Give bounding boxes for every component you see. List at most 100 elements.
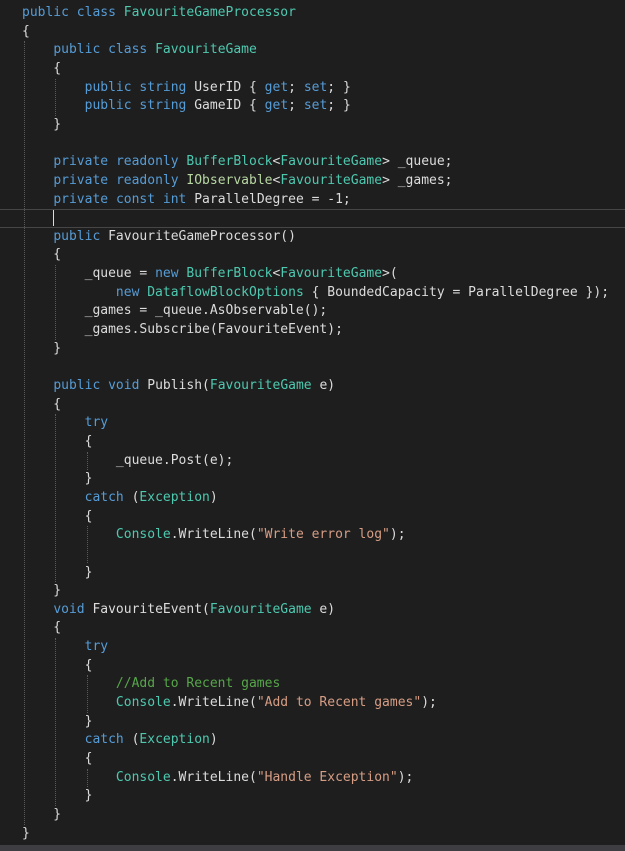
- code-line[interactable]: {: [0, 657, 625, 676]
- code-token: ; }: [327, 98, 351, 114]
- code-line[interactable]: try: [0, 414, 625, 433]
- code-token: Exception: [139, 489, 210, 505]
- code-line[interactable]: {: [0, 750, 625, 769]
- code-line[interactable]: public class FavouriteGameProcessor: [0, 4, 625, 23]
- code-token: _games.Subscribe(FavouriteEvent);: [22, 322, 343, 338]
- code-token: get: [264, 79, 289, 95]
- code-line[interactable]: }: [0, 340, 625, 359]
- code-token: FavouriteGame: [209, 378, 312, 393]
- code-line[interactable]: Console.WriteLine("Write error log");: [0, 526, 625, 545]
- code-line[interactable]: _queue.Post(e);: [0, 452, 625, 471]
- code-token: Console: [115, 527, 171, 543]
- code-token: new: [155, 266, 179, 282]
- code-line[interactable]: catch (Exception): [0, 489, 625, 508]
- code-token: > _games;: [382, 172, 453, 188]
- code-token: );: [389, 527, 406, 543]
- code-token: _queue.Post(e);: [22, 452, 234, 468]
- code-token: UserID {: [186, 79, 265, 95]
- text-caret: [53, 210, 55, 227]
- code-line[interactable]: _queue = new BufferBlock<FavouriteGame>(: [0, 265, 625, 284]
- code-token: ): [209, 732, 218, 748]
- code-line[interactable]: }: [0, 582, 625, 601]
- code-line[interactable]: {: [0, 60, 625, 79]
- code-line[interactable]: new DataflowBlockOptions { BoundedCapaci…: [0, 284, 625, 303]
- code-line[interactable]: //Add to Recent games: [0, 675, 625, 694]
- code-line[interactable]: public string GameID { get; set; }: [0, 97, 625, 116]
- code-line[interactable]: private const int ParallelDegree = -1;: [0, 191, 625, 210]
- code-token: BufferBlock: [186, 266, 273, 282]
- code-line[interactable]: [0, 135, 625, 154]
- code-token: }: [22, 583, 62, 599]
- code-line[interactable]: }: [0, 825, 625, 844]
- code-line[interactable]: private readonly BufferBlock<FavouriteGa…: [0, 153, 625, 172]
- code-line[interactable]: }: [0, 116, 625, 135]
- code-token: set: [303, 98, 328, 114]
- code-token: e): [311, 378, 336, 393]
- code-token: ParallelDegree = -1;: [186, 191, 351, 207]
- code-token: private: [53, 172, 109, 188]
- code-line[interactable]: [0, 358, 625, 377]
- code-token: .WriteLine(: [170, 527, 257, 543]
- code-line[interactable]: {: [0, 508, 625, 527]
- code-line[interactable]: {: [0, 619, 625, 638]
- code-line[interactable]: }: [0, 470, 625, 489]
- code-line[interactable]: {: [0, 433, 625, 452]
- code-token: }: [22, 825, 30, 841]
- code-editor[interactable]: public class FavouriteGameProcessor{ pub…: [0, 0, 625, 851]
- code-token: .WriteLine(: [170, 695, 257, 711]
- code-token: FavouriteGame: [280, 172, 383, 188]
- code-line[interactable]: public string UserID { get; set; }: [0, 79, 625, 98]
- code-line[interactable]: _games.Subscribe(FavouriteEvent);: [0, 321, 625, 340]
- code-line[interactable]: {: [0, 23, 625, 42]
- code-line[interactable]: void FavouriteEvent(FavouriteGame e): [0, 601, 625, 620]
- code-token: Console: [115, 695, 171, 711]
- code-line[interactable]: }: [0, 564, 625, 583]
- code-token: {: [22, 657, 93, 673]
- code-token: DataflowBlockOptions: [147, 284, 304, 300]
- code-token: "Add to Recent games": [256, 695, 422, 711]
- code-line[interactable]: }: [0, 806, 625, 825]
- code-token: private: [53, 154, 109, 170]
- code-token: ;: [288, 79, 304, 95]
- code-line[interactable]: }: [0, 787, 625, 806]
- code-token: ): [209, 489, 218, 505]
- code-line[interactable]: }: [0, 713, 625, 732]
- code-token: GameID {: [186, 98, 265, 114]
- code-line[interactable]: public void Publish(FavouriteGame e): [0, 377, 625, 396]
- code-line[interactable]: [0, 545, 625, 564]
- code-token: FavouriteGame: [280, 266, 383, 282]
- code-token: int: [162, 191, 187, 207]
- code-token: }: [22, 340, 62, 356]
- code-token: try: [84, 415, 109, 431]
- code-line[interactable]: _games = _queue.AsObservable();: [0, 302, 625, 321]
- code-line[interactable]: Console.WriteLine("Add to Recent games")…: [0, 694, 625, 713]
- code-token: catch: [84, 732, 124, 748]
- code-line[interactable]: public class FavouriteGame: [0, 41, 625, 60]
- code-line[interactable]: try: [0, 638, 625, 657]
- code-token: set: [303, 79, 328, 95]
- horizontal-scrollbar[interactable]: [0, 845, 625, 851]
- code-line[interactable]: private readonly IObservable<FavouriteGa…: [0, 172, 625, 191]
- code-line[interactable]: {: [0, 246, 625, 265]
- code-token: string: [139, 98, 187, 114]
- code-line[interactable]: {: [0, 396, 625, 415]
- code-line[interactable]: Console.WriteLine("Handle Exception");: [0, 769, 625, 788]
- code-token: BufferBlock: [186, 154, 273, 170]
- code-line[interactable]: catch (Exception): [0, 731, 625, 750]
- code-line[interactable]: public FavouriteGameProcessor(): [0, 228, 625, 247]
- code-token: .WriteLine(: [170, 769, 257, 785]
- code-token: );: [421, 695, 437, 711]
- code-token: e): [311, 601, 336, 617]
- code-line[interactable]: [0, 209, 625, 228]
